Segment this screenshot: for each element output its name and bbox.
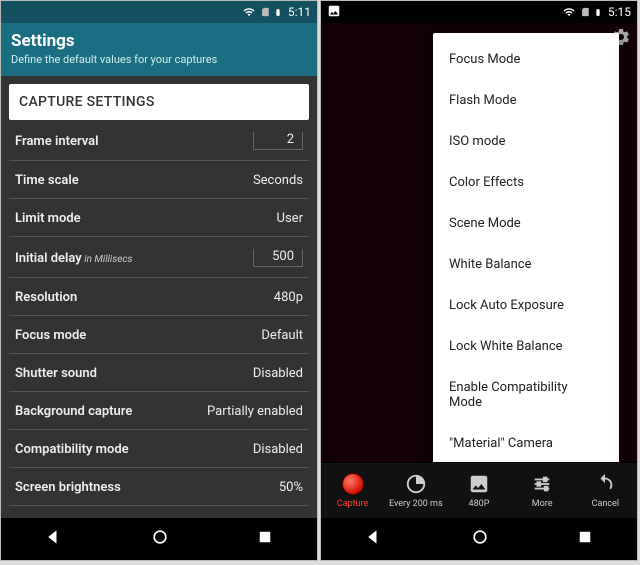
setting-row-background-capture[interactable]: Background capture Partially enabled [9, 392, 309, 430]
popup-item-scene-mode[interactable]: Scene Mode [433, 203, 619, 244]
nav-home-button[interactable] [150, 527, 170, 551]
nav-back-button[interactable] [364, 527, 384, 551]
setting-value: 500 [243, 249, 303, 267]
setting-value: Disabled [243, 442, 303, 457]
setting-value: 480p [243, 290, 303, 305]
toolbar-resolution-button[interactable]: 480P [449, 472, 509, 509]
settings-header: Settings Define the default values for y… [1, 23, 317, 76]
image-icon [327, 4, 341, 21]
sim-icon [580, 6, 590, 18]
android-nav-bar [321, 518, 637, 560]
popup-item-focus-mode[interactable]: Focus Mode [433, 39, 619, 80]
sim-icon [260, 6, 270, 18]
popup-item-material-camera[interactable]: "Material" Camera [433, 423, 619, 462]
setting-label: Background capture [15, 404, 132, 419]
setting-label: Frame interval [15, 134, 99, 149]
setting-row-compatibility-mode[interactable]: Compatibility mode Disabled [9, 430, 309, 468]
setting-row-screen-brightness[interactable]: Screen brightness 50% [9, 468, 309, 506]
setting-value: Partially enabled [207, 404, 303, 419]
setting-label: Focus mode [15, 328, 86, 343]
toolbar-capture-button[interactable]: Capture [323, 472, 383, 509]
setting-row-limit-mode[interactable]: Limit mode User [9, 199, 309, 237]
toolbar-cancel-button[interactable]: Cancel [575, 472, 635, 509]
section-header: CAPTURE SETTINGS [9, 84, 309, 120]
status-time: 5:15 [608, 5, 631, 19]
sliders-icon [531, 473, 553, 495]
toolbar-interval-button[interactable]: Every 200 ms [386, 472, 446, 509]
battery-icon [274, 6, 282, 19]
popup-item-lock-white-balance[interactable]: Lock White Balance [433, 326, 619, 367]
popup-item-white-balance[interactable]: White Balance [433, 244, 619, 285]
setting-row-resolution[interactable]: Resolution 480p [9, 278, 309, 316]
setting-label: Screen brightness [15, 480, 121, 495]
timer-icon [405, 473, 427, 495]
popup-item-color-effects[interactable]: Color Effects [433, 162, 619, 203]
toolbar-label: 480P [469, 499, 490, 509]
toolbar-label: Every 200 ms [389, 499, 443, 509]
wifi-icon [562, 6, 576, 18]
camera-viewfinder[interactable]: Focus ModeFlash ModeISO modeColor Effect… [321, 23, 637, 462]
setting-row-initial-delay[interactable]: Initial delay in Millisecs 500 [9, 237, 309, 278]
settings-list: CAPTURE SETTINGS Frame interval 2 Time sca… [1, 76, 317, 518]
toolbar-label: Cancel [592, 499, 619, 509]
setting-value: 50% [243, 480, 303, 495]
battery-icon [594, 6, 602, 19]
phone-settings: 5:11 Settings Define the default values … [0, 0, 318, 561]
popup-item-iso-mode[interactable]: ISO mode [433, 121, 619, 162]
record-icon [342, 473, 364, 495]
status-bar: 5:11 [1, 1, 317, 23]
undo-icon [594, 473, 616, 495]
setting-value: Seconds [243, 173, 303, 188]
image-icon [468, 473, 490, 495]
setting-label: Shutter sound [15, 366, 97, 381]
setting-label: Initial delay in Millisecs [15, 251, 133, 266]
toolbar-label: More [532, 499, 553, 509]
setting-value: Disabled [243, 366, 303, 381]
setting-value: Default [243, 328, 303, 343]
setting-label: Resolution [15, 290, 77, 305]
setting-label: Compatibility mode [15, 442, 129, 457]
nav-recent-button[interactable] [256, 528, 274, 550]
setting-row-schedule[interactable]: Schedulenone [9, 506, 309, 518]
setting-row-time-scale[interactable]: Time scale Seconds [9, 161, 309, 199]
setting-row-shutter-sound[interactable]: Shutter sound Disabled [9, 354, 309, 392]
options-popup-menu: Focus ModeFlash ModeISO modeColor Effect… [433, 33, 619, 462]
popup-item-flash-mode[interactable]: Flash Mode [433, 80, 619, 121]
wifi-icon [242, 6, 256, 18]
status-time: 5:11 [288, 5, 311, 19]
setting-row-frame-interval[interactable]: Frame interval 2 [9, 120, 309, 161]
setting-label: Limit mode [15, 211, 81, 226]
nav-home-button[interactable] [470, 527, 490, 551]
nav-back-button[interactable] [44, 527, 64, 551]
toolbar-more-button[interactable]: More [512, 472, 572, 509]
setting-value: User [243, 211, 303, 226]
setting-hint: in Millisecs [82, 254, 133, 265]
page-title: Settings [11, 31, 307, 51]
android-nav-bar [1, 518, 317, 560]
popup-item-lock-auto-exposure[interactable]: Lock Auto Exposure [433, 285, 619, 326]
setting-label: Time scale [15, 173, 79, 188]
setting-row-focus-mode[interactable]: Focus mode Default [9, 316, 309, 354]
popup-item-enable-compatibility-mode[interactable]: Enable Compatibility Mode [433, 367, 619, 423]
camera-toolbar: Capture Every 200 ms 480P More Cancel [321, 462, 637, 518]
setting-value: 2 [243, 132, 303, 150]
page-subtitle: Define the default values for your captu… [11, 53, 307, 66]
toolbar-label: Capture [337, 499, 368, 509]
status-bar: 5:15 [321, 1, 637, 23]
phone-camera: 5:15 Focus ModeFlash ModeISO modeColor E… [320, 0, 638, 561]
nav-recent-button[interactable] [576, 528, 594, 550]
